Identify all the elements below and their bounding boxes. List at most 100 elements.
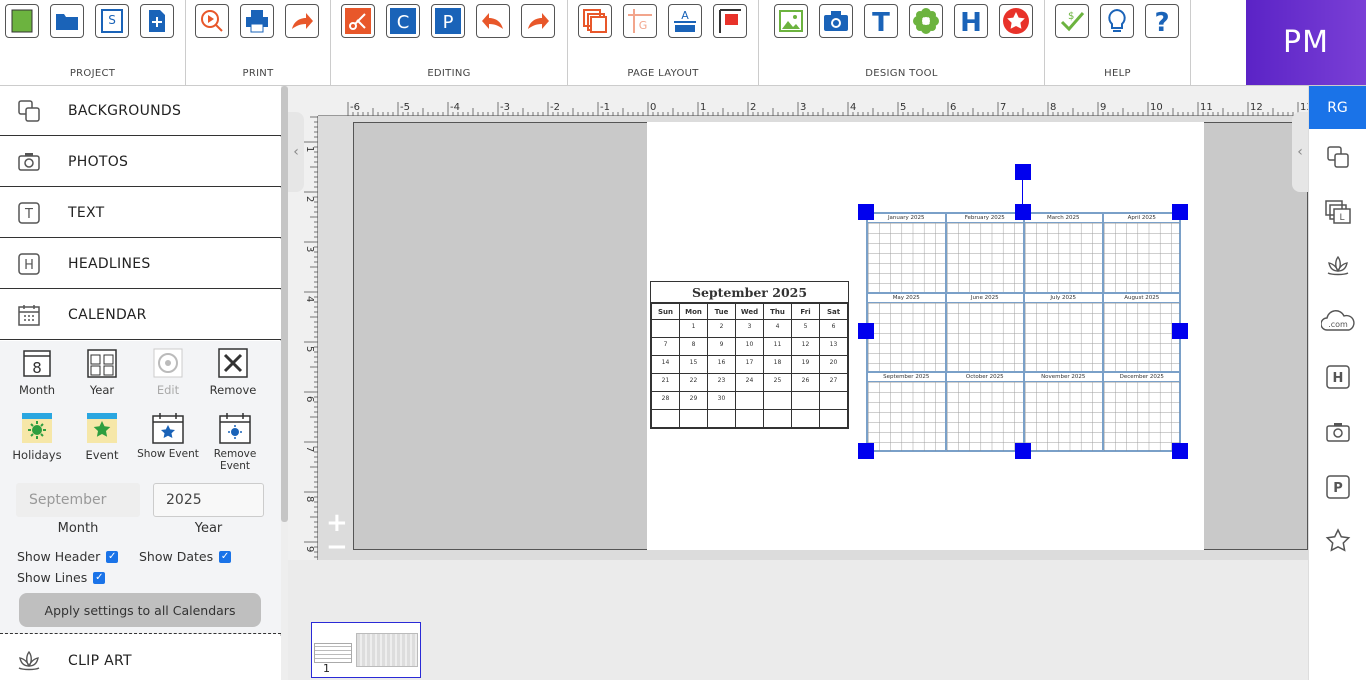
add-page-button[interactable] (140, 4, 174, 38)
day-cell: 29 (679, 391, 708, 410)
add-shape-button[interactable] (999, 4, 1033, 38)
tips-button[interactable] (1100, 4, 1134, 38)
year-month-block: November 2025 (1024, 372, 1103, 452)
clipart-icon[interactable] (1324, 252, 1352, 280)
collapse-left-panel-button[interactable]: ‹ (288, 112, 304, 192)
backgrounds-icon[interactable] (1324, 143, 1352, 171)
frame-icon (719, 9, 741, 33)
edit-calendar-button[interactable]: Edit (136, 347, 200, 397)
add-text-button[interactable]: T (864, 4, 898, 38)
align-button[interactable]: A (668, 4, 702, 38)
headlines-menu-item[interactable]: H HEADLINES (0, 239, 281, 289)
remove-event-button[interactable]: Remove Event (201, 412, 269, 472)
grid-button[interactable]: G (623, 4, 657, 38)
calendar-menu-item[interactable]: CALENDAR (0, 290, 281, 340)
preview-button[interactable] (195, 4, 229, 38)
show-event-button[interactable]: Show Event (136, 412, 200, 460)
resize-handle-e[interactable] (1172, 323, 1188, 339)
headline-icon[interactable]: H (1324, 363, 1352, 391)
add-image-button[interactable] (774, 4, 808, 38)
resize-handle-s[interactable] (1015, 443, 1031, 459)
open-project-button[interactable] (50, 4, 84, 38)
layers-button[interactable] (578, 4, 612, 38)
calendar-options-panel: 8 Month Year Edit Remove Holidays Event … (0, 341, 281, 634)
ruler-label: 3 (800, 102, 806, 113)
apply-all-calendars-button[interactable]: Apply settings to all Calendars (19, 593, 261, 627)
day-cell (651, 319, 680, 338)
year-input[interactable]: 2025 (153, 483, 264, 517)
check-icon[interactable]: ✓ (219, 550, 232, 563)
photo-icon[interactable] (1324, 418, 1352, 446)
resize-handle-nw[interactable] (858, 204, 874, 220)
p-icon[interactable]: P (1324, 473, 1352, 501)
resize-handle-se[interactable] (1172, 443, 1188, 459)
add-headline-button[interactable]: H (954, 4, 988, 38)
remove-calendar-button[interactable]: Remove (201, 347, 265, 397)
layers-icon[interactable]: L (1324, 198, 1352, 226)
cut-button[interactable] (341, 4, 375, 38)
left-panel-scroll-thumb[interactable] (281, 86, 288, 522)
day-cell: 30 (707, 391, 736, 410)
undo-button[interactable] (476, 4, 510, 38)
day-cell: 27 (819, 373, 848, 392)
help-button[interactable]: ? (1145, 4, 1179, 38)
year-button-label: Year (89, 383, 115, 397)
rg-badge[interactable]: RG (1309, 86, 1366, 129)
new-project-button[interactable] (5, 4, 39, 38)
paste-button[interactable]: P (431, 4, 465, 38)
redo-button[interactable] (521, 4, 555, 38)
month-calendar-button[interactable]: 8 Month (5, 347, 69, 397)
day-cell: 25 (763, 373, 792, 392)
rotate-handle[interactable] (1015, 164, 1031, 180)
add-clipart-button[interactable] (909, 4, 943, 38)
svg-text:G: G (639, 19, 648, 32)
lotus-icon (17, 649, 41, 673)
event-button[interactable]: Event (70, 412, 134, 462)
resize-handle-ne[interactable] (1172, 204, 1188, 220)
holidays-button[interactable]: Holidays (5, 412, 69, 462)
print-button[interactable] (240, 4, 274, 38)
zoom-out-button[interactable]: − (326, 532, 348, 562)
weekday-header: Fri (791, 303, 820, 320)
backgrounds-menu-item[interactable]: BACKGROUNDS (0, 86, 281, 136)
resize-handle-n[interactable] (1015, 204, 1031, 220)
svg-text:H: H (24, 258, 34, 273)
domain-icon[interactable]: .com (1321, 308, 1355, 336)
day-cell: 1 (679, 319, 708, 338)
ruler-label: 6 (304, 396, 315, 402)
month-select[interactable]: September (16, 483, 140, 517)
day-cell: 19 (791, 355, 820, 374)
star-icon[interactable] (1324, 527, 1352, 555)
copy-button[interactable]: C (386, 4, 420, 38)
save-project-button[interactable]: S (95, 4, 129, 38)
year-calendar-element[interactable]: January 2025 February 2025 March 2025 April… (866, 212, 1181, 452)
save-icon: S (101, 9, 123, 33)
ruler-label: 10 (1150, 102, 1163, 113)
ruler-label: -4 (450, 102, 460, 113)
image-icon (779, 10, 803, 32)
clip-art-menu-item[interactable]: CLIP ART (0, 636, 281, 686)
show-event-button-label: Show Event (137, 448, 199, 460)
year-calendar-button[interactable]: Year (70, 347, 134, 397)
left-panel: BACKGROUNDS PHOTOS T TEXT H HEADLINES CA… (0, 86, 281, 686)
frame-button[interactable] (713, 4, 747, 38)
photos-menu-item[interactable]: PHOTOS (0, 137, 281, 187)
resize-handle-sw[interactable] (858, 443, 874, 459)
resize-handle-w[interactable] (858, 323, 874, 339)
show-lines-checkbox[interactable]: Show Lines ✓ (17, 570, 106, 585)
year-month-block: May 2025 (867, 292, 946, 372)
text-menu-item[interactable]: T TEXT (0, 188, 281, 238)
month-calendar-element[interactable]: September 2025 Sun Mon Tue Wed Thu Fri Sat 1 2 3 4… (650, 281, 849, 429)
show-header-checkbox[interactable]: Show Header ✓ (17, 549, 119, 564)
day-cell (679, 409, 708, 428)
svg-text:8: 8 (32, 359, 42, 377)
collapse-right-panel-button[interactable]: ‹ (1292, 112, 1308, 192)
check-icon[interactable]: ✓ (93, 571, 106, 584)
user-avatar[interactable]: PM (1246, 0, 1366, 85)
checkout-button[interactable]: $ (1055, 4, 1089, 38)
star-badge-icon (1003, 8, 1029, 34)
show-dates-checkbox[interactable]: Show Dates ✓ (139, 549, 232, 564)
check-icon[interactable]: ✓ (106, 550, 119, 563)
add-photo-button[interactable] (819, 4, 853, 38)
share-button[interactable] (285, 4, 319, 38)
